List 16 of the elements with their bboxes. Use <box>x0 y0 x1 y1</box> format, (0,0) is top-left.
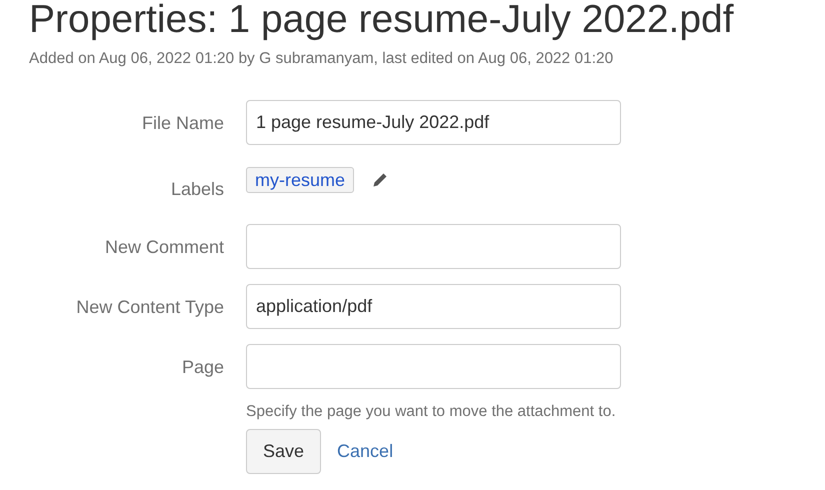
input-field[interactable] <box>246 344 621 389</box>
input-field[interactable]: 1 page resume-July 2022.pdf <box>246 100 621 145</box>
metadata-text: Added on Aug 06, 2022 01:20 by G subramanyam, last edited on Aug 06, 2022 01:20 <box>29 50 614 68</box>
cancel-link[interactable]: Cancel <box>337 441 394 462</box>
field-label: New Comment <box>104 236 224 259</box>
edit-icon[interactable] <box>371 171 390 189</box>
field-label: New Content Type <box>75 296 224 319</box>
field-label: Labels <box>170 178 224 201</box>
label-tag[interactable]: my-resume <box>246 167 354 193</box>
input-field[interactable] <box>246 224 621 269</box>
help-text: Specify the page you want to move the attachment to. <box>246 403 617 421</box>
input-field[interactable]: application/pdf <box>246 284 621 329</box>
save-button[interactable]: Save <box>246 429 322 474</box>
page-title: Properties: 1 page resume-July 2022.pdf <box>29 0 735 43</box>
field-label: File Name <box>140 112 224 135</box>
field-label: Page <box>180 356 224 379</box>
